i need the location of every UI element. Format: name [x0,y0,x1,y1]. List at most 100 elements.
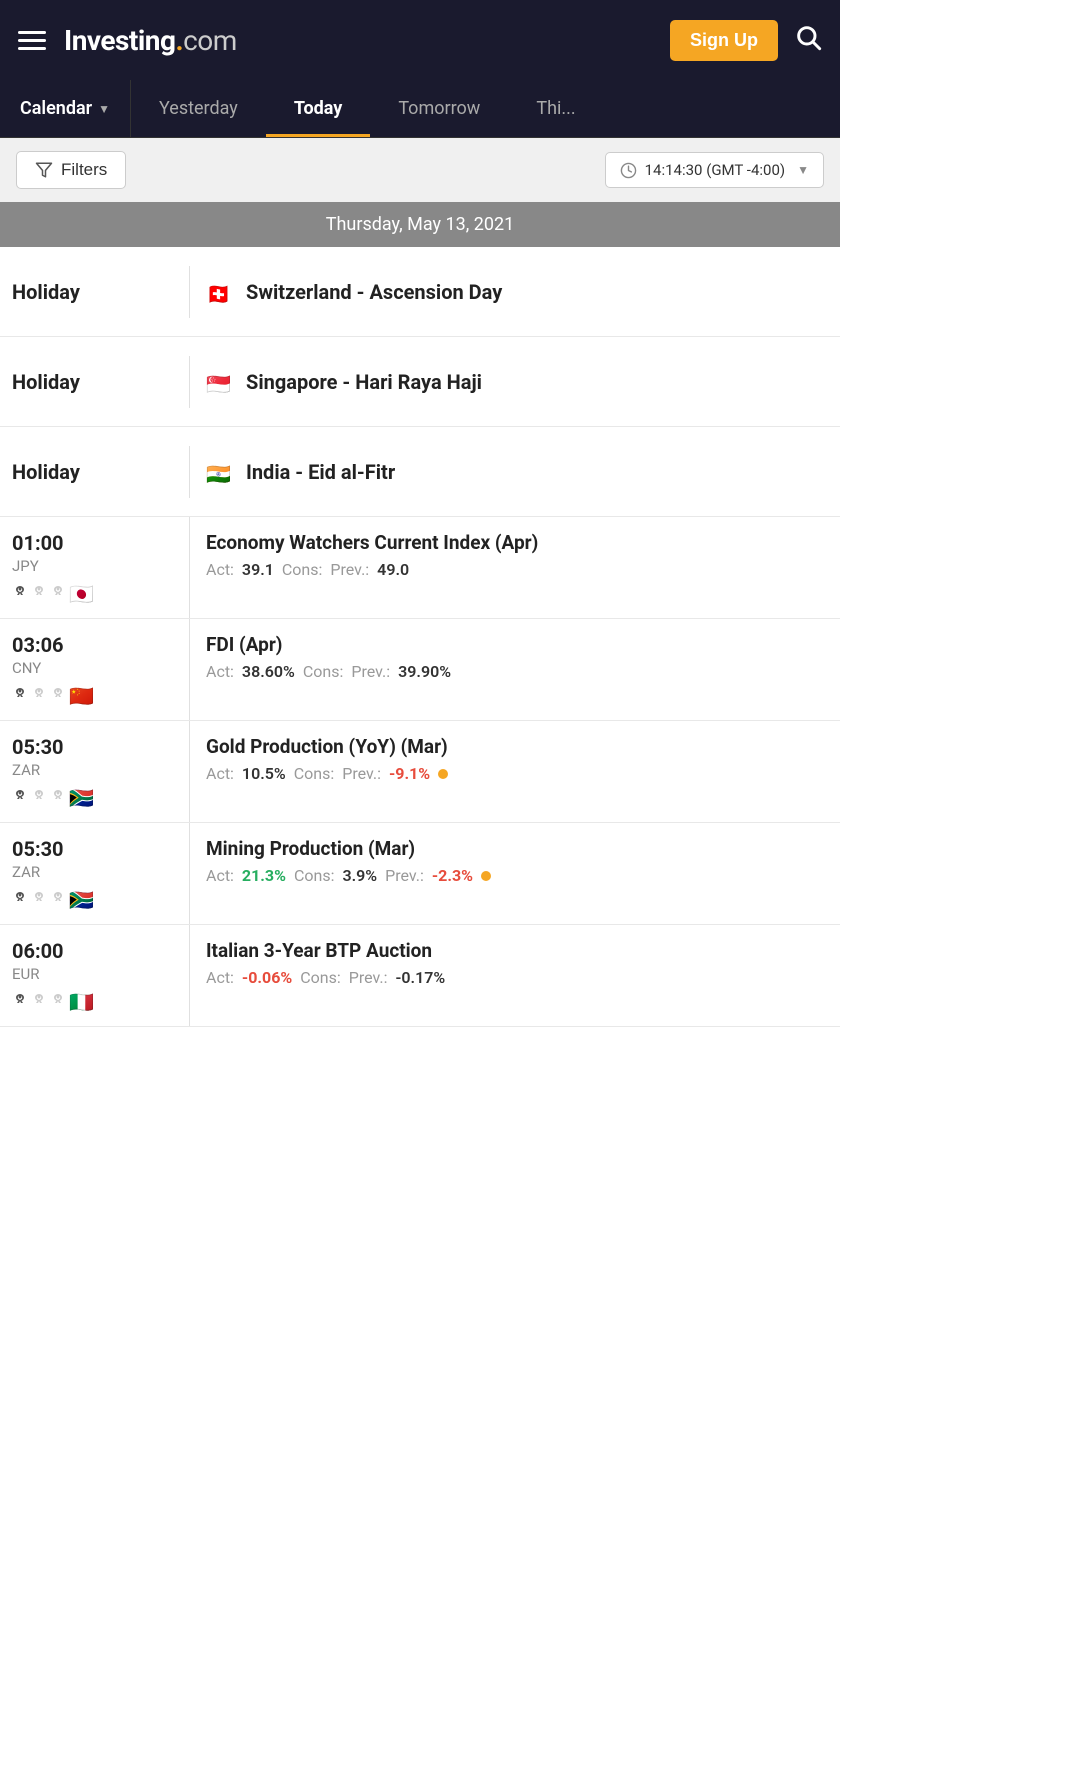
prev-label: Prev.: [349,968,388,987]
logo-invest: Investing [64,24,175,57]
impact-bull-1 [12,585,28,599]
act-value: 21.3% [242,866,286,885]
time-value: 14:14:30 (GMT -4:00) [645,161,785,179]
clock-icon [620,162,637,179]
event-detail-col: Economy Watchers Current Index (Apr) Act… [190,517,840,618]
app-header: Investing.com Sign Up [0,0,840,80]
event-detail-col: FDI (Apr) Act: 38.60% Cons: Prev.: 39.90% [190,619,840,720]
cons-label: Cons: [282,560,323,579]
highlight-dot [438,769,448,779]
country-flag: 🇮🇹 [69,992,97,1012]
event-detail-col: Gold Production (YoY) (Mar) Act:10.5% Co… [190,721,840,822]
prev-value: -9.1% [389,764,430,783]
calendar-dropdown[interactable]: Calendar ▼ [0,80,131,137]
prev-label: Prev.: [351,662,390,681]
prev-label: Prev.: [330,560,369,579]
prev-value: -0.17% [396,968,446,987]
event-stats: Act: 10.5% Cons: Prev.: -9.1% [206,764,824,783]
event-row[interactable]: 05:30 ZAR 🇿🇦 Gold Production (YoY) (Mar)… [0,721,840,823]
event-currency: JPY [12,557,39,575]
impact-bull-2 [31,687,47,701]
header-left: Investing.com [18,24,237,57]
event-time-col: 05:30 ZAR 🇿🇦 [0,823,190,924]
prev-label: Prev.: [342,764,381,783]
nav-tabs: Calendar ▼ Yesterday Today Tomorrow Thi.… [0,80,840,138]
impact-bull-1 [12,993,28,1007]
event-row[interactable]: 06:00 EUR 🇮🇹 Italian 3-Year BTP Auction … [0,925,840,1027]
event-time-col: 03:06 CNY 🇨🇳 [0,619,190,720]
impact-bull-3 [50,789,66,803]
event-currency: EUR [12,965,40,983]
event-detail-col: Italian 3-Year BTP Auction Act:-0.06% Co… [190,925,840,1026]
prev-label: Prev.: [385,866,424,885]
header-right: Sign Up [670,20,822,61]
holiday-detail-col: 🇮🇳 India - Eid al-Fitr [190,446,840,498]
prev-value: 49.0 [377,560,409,579]
event-currency: ZAR [12,863,40,881]
logo-dot: . [175,24,183,57]
event-stats: Act: 38.60% Cons: Prev.: 39.90% [206,662,824,681]
filters-label: Filters [61,160,107,180]
act-label: Act: [206,662,234,681]
event-name: Italian 3-Year BTP Auction [206,939,824,962]
impact-bull-3 [50,585,66,599]
event-row[interactable]: 01:00 JPY 🇯🇵 Economy Watchers Current In… [0,517,840,619]
event-time: 01:00 [12,531,64,555]
country-flag: 🇿🇦 [69,788,97,808]
event-stats: Act:21.3% Cons:3.9% Prev.:-2.3% [206,866,824,885]
calendar-dropdown-arrow: ▼ [98,102,110,116]
act-label: Act: [206,764,234,783]
impact-bull-2 [31,585,47,599]
search-icon[interactable] [794,23,822,58]
country-flag: 🇿🇦 [69,890,97,910]
act-value: 38.60% [242,662,295,681]
holiday-row[interactable]: Holiday 🇮🇳 India - Eid al-Fitr [0,427,840,517]
event-time-col: 06:00 EUR 🇮🇹 [0,925,190,1026]
country-flag: 🇮🇳 [206,464,234,484]
impact-bull-1 [12,789,28,803]
event-name: Economy Watchers Current Index (Apr) [206,531,824,554]
event-row[interactable]: 05:30 ZAR 🇿🇦 Mining Production (Mar) Act… [0,823,840,925]
act-value: 10.5% [242,764,286,783]
holiday-label-col: Holiday [0,446,190,498]
prev-value: 39.90% [398,662,451,681]
act-label: Act: [206,968,234,987]
impact-bull-1 [12,891,28,905]
event-impact: 🇿🇦 [12,886,97,910]
impact-bull-3 [50,687,66,701]
impact-bull-2 [31,891,47,905]
holiday-row[interactable]: Holiday 🇸🇬 Singapore - Hari Raya Haji [0,337,840,427]
act-label: Act: [206,560,234,579]
event-time: 05:30 [12,837,64,861]
tab-yesterday[interactable]: Yesterday [131,80,266,137]
cons-label: Cons: [294,866,335,885]
event-name: FDI (Apr) [206,633,824,656]
tab-this-week[interactable]: Thi... [508,80,603,137]
prev-value: -2.3% [432,866,473,885]
event-time: 03:06 [12,633,64,657]
hamburger-menu[interactable] [18,31,46,50]
event-impact: 🇮🇹 [12,988,97,1012]
holiday-label-col: Holiday [0,356,190,408]
event-name: Mining Production (Mar) [206,837,824,860]
time-display[interactable]: 14:14:30 (GMT -4:00) ▼ [605,152,824,188]
highlight-dot [481,871,491,881]
tab-today[interactable]: Today [266,80,371,137]
event-detail-col: Mining Production (Mar) Act:21.3% Cons:3… [190,823,840,924]
logo[interactable]: Investing.com [64,24,237,57]
event-time-col: 01:00 JPY 🇯🇵 [0,517,190,618]
filters-button[interactable]: Filters [16,151,126,189]
event-impact: 🇿🇦 [12,784,97,808]
country-flag: 🇸🇬 [206,374,234,394]
cons-label: Cons: [294,764,335,783]
holiday-name: Switzerland - Ascension Day [246,280,502,304]
signup-button[interactable]: Sign Up [670,20,778,61]
holiday-label: Holiday [12,370,80,394]
tab-tomorrow[interactable]: Tomorrow [370,80,508,137]
holiday-detail-col: 🇸🇬 Singapore - Hari Raya Haji [190,356,840,408]
filters-bar: Filters 14:14:30 (GMT -4:00) ▼ [0,138,840,202]
holiday-row[interactable]: Holiday 🇨🇭 Switzerland - Ascension Day [0,247,840,337]
event-row[interactable]: 03:06 CNY 🇨🇳 FDI (Apr) Act: 38.60% Cons: … [0,619,840,721]
cons-label: Cons: [303,662,344,681]
event-time-col: 05:30 ZAR 🇿🇦 [0,721,190,822]
